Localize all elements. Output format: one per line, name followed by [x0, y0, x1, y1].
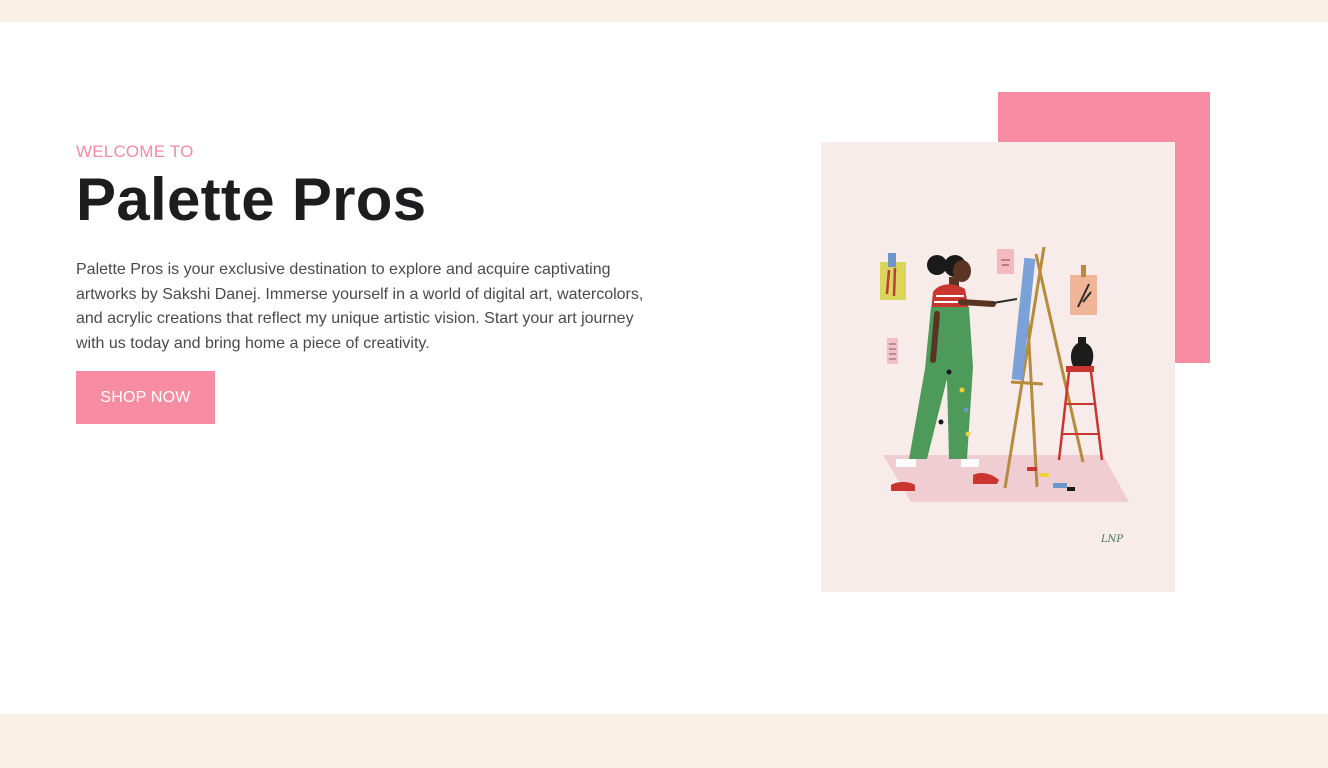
wall-art-yellow	[880, 253, 906, 300]
wall-art-orange	[1070, 265, 1097, 315]
painter-illustration: LNP	[880, 246, 1129, 545]
top-band	[0, 0, 1328, 22]
bottom-band	[0, 714, 1328, 768]
shop-now-button[interactable]: SHOP NOW	[76, 371, 215, 424]
wall-note	[887, 338, 898, 364]
wall-art-sketch	[997, 249, 1014, 274]
hero-section: WELCOME TO Palette Pros Palette Pros is …	[76, 142, 646, 372]
hero-description: Palette Pros is your exclusive destinati…	[76, 261, 644, 352]
hero-title: Palette Pros	[76, 166, 427, 233]
jug	[1070, 337, 1094, 366]
illustration-signature: LNP	[1100, 534, 1123, 545]
hero-eyebrow: WELCOME TO	[76, 142, 194, 161]
hero-illustration: LNP	[821, 142, 1175, 592]
